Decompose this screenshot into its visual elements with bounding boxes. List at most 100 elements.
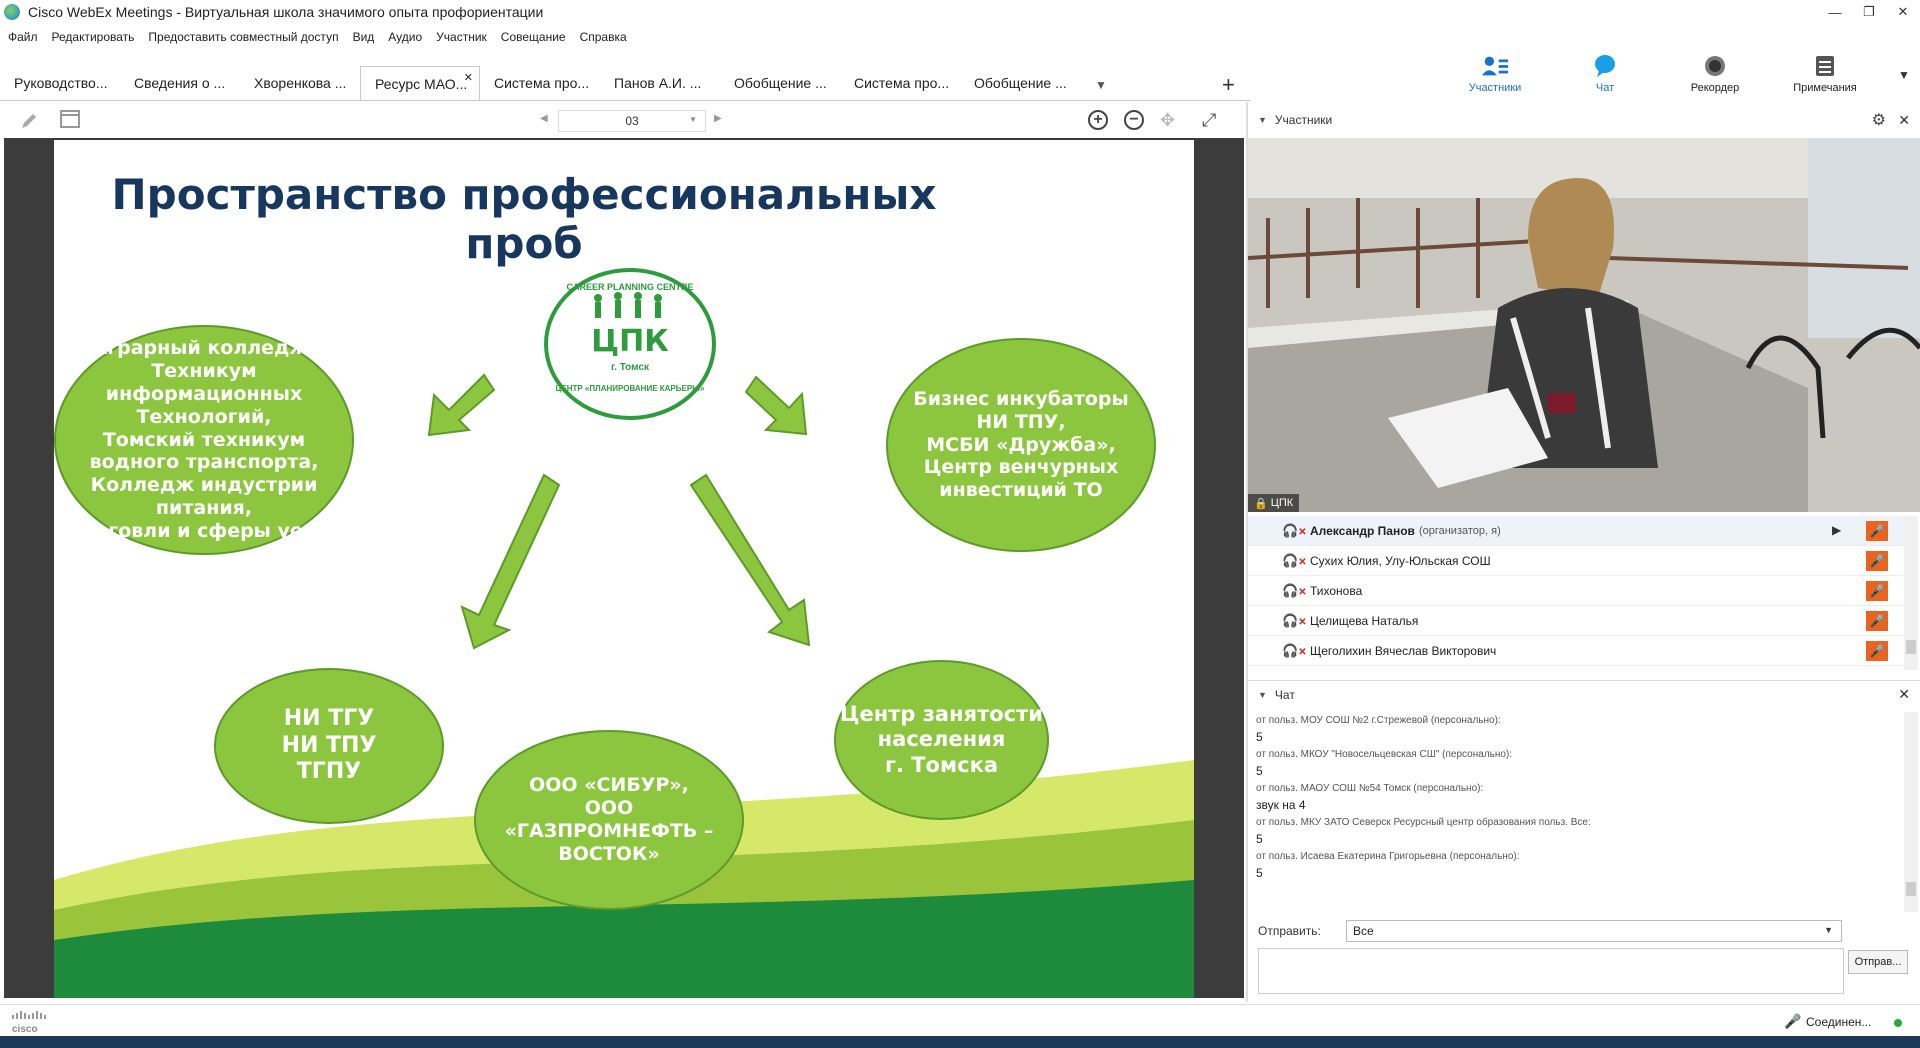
doc-tab[interactable]: Сведения о ...: [120, 66, 240, 100]
recorder-label: Рекордер: [1690, 82, 1740, 94]
minimize-icon[interactable]: —: [1818, 0, 1852, 24]
participant-row[interactable]: 🎧✕ Тихонова 🎤: [1248, 576, 1906, 606]
chat-sender: от польз. МАОУ СОШ №54 Томск (персональн…: [1256, 783, 1484, 794]
chat-input[interactable]: [1258, 948, 1844, 994]
microphone-muted-icon[interactable]: 🎤: [1866, 640, 1888, 661]
toolbar-more-icon[interactable]: ▼: [1898, 68, 1910, 82]
tab-list-dropdown-icon[interactable]: ▼: [1095, 78, 1107, 92]
window-title: Cisco WebEx Meetings - Виртуальная школа…: [28, 4, 544, 20]
microphone-muted-icon[interactable]: 🎤: [1866, 520, 1888, 541]
arrow-up-left: [427, 373, 496, 437]
participant-row[interactable]: 🎧✕ Александр Панов (организатор, я) ▶ 🎤: [1248, 516, 1906, 546]
cpk-logo: CAREER PLANNING CENTRE ЦПК г. Томск ЦЕНТ…: [544, 268, 716, 420]
participants-button[interactable]: Участники: [1440, 52, 1550, 102]
send-to-label: Отправить:: [1258, 924, 1321, 938]
participant-name: Тихонова: [1310, 583, 1363, 598]
logo-city-text: г. Томск: [610, 362, 649, 373]
close-icon[interactable]: ✕: [1898, 686, 1910, 703]
menu-help[interactable]: Справка: [580, 30, 627, 44]
send-to-select[interactable]: Все ▼: [1346, 920, 1842, 942]
camera-icon[interactable]: ▶: [1832, 523, 1854, 539]
close-icon[interactable]: ✕: [1886, 0, 1920, 24]
chat-message: 5: [1256, 866, 1263, 880]
send-button[interactable]: Отправ...: [1848, 950, 1908, 974]
doc-tab[interactable]: Обобщение ...: [720, 66, 840, 100]
scrollbar-thumb[interactable]: [1906, 640, 1916, 654]
participant-name: Сухих Юлия, Улу-Юльская СОШ: [1310, 553, 1491, 568]
participants-label: Участники: [1468, 82, 1522, 94]
panel-toolbar: Участники Чат Рекордер Примечания: [1440, 52, 1920, 102]
fullscreen-icon[interactable]: ⤢: [1202, 110, 1216, 131]
slide-title: Пространство профессиональных проб: [111, 170, 937, 268]
logo-ring-bottom-text: ЦЕНТР «ПЛАНИРОВАНИЕ КАРЬЕРЫ»: [555, 384, 705, 393]
recorder-button[interactable]: Рекордер: [1660, 52, 1770, 102]
doc-tab[interactable]: Обобщение ...: [960, 66, 1080, 100]
annotate-pencil-icon[interactable]: [20, 112, 38, 130]
microphone-muted-icon[interactable]: 🎤: [1866, 550, 1888, 571]
participant-row[interactable]: 🎧✕ Сухих Юлия, Улу-Юльская СОШ 🎤: [1248, 546, 1906, 576]
next-page-icon[interactable]: ▶: [714, 113, 722, 124]
layout-toggle-icon[interactable]: [60, 110, 80, 128]
webex-app-icon: [4, 4, 20, 20]
menu-edit[interactable]: Редактировать: [52, 30, 135, 44]
previous-page-icon[interactable]: ◀: [540, 113, 548, 124]
oval-companies: ООО «СИБУР», ООО «ГАЗПРОМНЕФТЬ – ВОСТОК»: [474, 730, 744, 910]
microphone-muted-icon[interactable]: 🎤: [1866, 610, 1888, 631]
doc-tab[interactable]: Панов А.И. ...: [600, 66, 720, 100]
participants-panel-header: ▼ Участники ⚙ ✕: [1248, 106, 1920, 134]
zoom-in-icon[interactable]: +: [1088, 110, 1108, 130]
viewer-margin: [1194, 138, 1244, 998]
headset-muted-icon: 🎧✕: [1282, 522, 1307, 538]
microphone-muted-icon[interactable]: 🎤: [1784, 1013, 1801, 1030]
chat-scrollbar[interactable]: [1904, 712, 1918, 912]
restore-icon[interactable]: ❐: [1852, 0, 1886, 24]
doc-tab[interactable]: Руководство...: [0, 66, 120, 100]
chat-icon: [1591, 54, 1619, 78]
menu-meeting[interactable]: Совещание: [501, 30, 566, 44]
chat-button[interactable]: Чат: [1550, 52, 1660, 102]
menu-participant[interactable]: Участник: [436, 30, 487, 44]
participant-row[interactable]: 🎧✕ Щеголихин Вячеслав Викторович 🎤: [1248, 636, 1906, 666]
chat-message: 5: [1256, 832, 1263, 846]
collapse-triangle-icon[interactable]: ▼: [1258, 115, 1267, 125]
menu-view[interactable]: Вид: [353, 30, 375, 44]
doc-tab-label: Обобщение ...: [734, 75, 827, 91]
close-icon[interactable]: ✕: [1898, 112, 1910, 129]
participant-row[interactable]: 🎧✕ Целищева Наталья 🎤: [1248, 606, 1906, 636]
participant-role: (организатор, я): [1418, 524, 1501, 537]
doc-tab-label: Панов А.И. ...: [614, 75, 702, 91]
doc-tab[interactable]: Хворенкова ...: [240, 66, 360, 100]
menu-file[interactable]: Файл: [8, 30, 38, 44]
page-selector[interactable]: 03 ▼: [558, 110, 706, 132]
notes-button[interactable]: Примечания: [1770, 52, 1880, 102]
collapse-triangle-icon[interactable]: ▼: [1258, 690, 1267, 700]
chat-log: от польз. МОУ СОШ №2 г.Стрежевой (персон…: [1248, 712, 1904, 912]
doc-tab-label: Обобщение ...: [974, 75, 1067, 91]
participants-panel-title: Участники: [1274, 113, 1333, 127]
microphone-muted-icon[interactable]: 🎤: [1866, 580, 1888, 601]
menu-share[interactable]: Предоставить совместный доступ: [148, 30, 338, 44]
chat-label: Чат: [1595, 82, 1615, 94]
chevron-down-icon: ▼: [1824, 925, 1833, 935]
pan-icon[interactable]: ✥: [1160, 110, 1175, 131]
doc-tab[interactable]: Система про...: [840, 66, 960, 100]
notes-icon: [1811, 54, 1839, 78]
participants-scrollbar[interactable]: [1904, 516, 1918, 670]
title-bar: Cisco WebEx Meetings - Виртуальная школа…: [0, 0, 1920, 24]
participant-name: Александр Панов: [1310, 523, 1415, 538]
gear-icon[interactable]: ⚙: [1872, 110, 1886, 130]
menu-audio[interactable]: Аудио: [388, 30, 422, 44]
arrow-up-right: [744, 375, 808, 436]
add-tab-icon[interactable]: +: [1222, 72, 1235, 98]
doc-tab[interactable]: Система про...: [480, 66, 600, 100]
lock-icon: 🔒: [1254, 497, 1271, 510]
chat-sender: от польз. Исаева Екатерина Григорьевна (…: [1256, 851, 1520, 862]
tab-close-icon[interactable]: ✕: [464, 71, 473, 84]
zoom-out-icon[interactable]: −: [1124, 110, 1144, 130]
scrollbar-thumb[interactable]: [1906, 882, 1916, 896]
chat-panel-title: Чат: [1274, 687, 1295, 702]
arrow-down-right: [689, 473, 811, 647]
doc-tab-active[interactable]: Ресурс МАО... ✕: [360, 66, 480, 100]
participant-video: [1248, 138, 1920, 512]
participants-list: 🎧✕ Александр Панов (организатор, я) ▶ 🎤 …: [1248, 516, 1906, 666]
